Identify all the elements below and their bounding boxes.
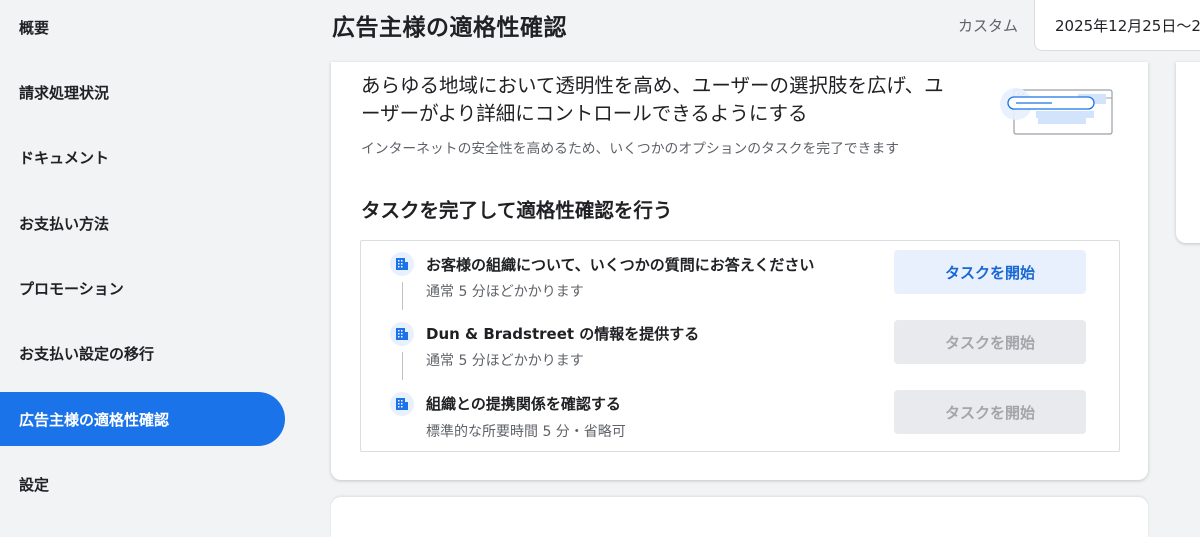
sidebar-item-label: プロモーション [19,279,124,298]
building-icon [390,252,414,276]
task-title-affiliation: 組織との提携関係を確認する [426,395,621,413]
start-task-button-disabled[interactable]: タスクを開始 [894,390,1086,434]
browser-search-illustration [1000,88,1113,135]
date-range-value: 2025年12月25日～2 [1055,17,1200,35]
task-duration: 通常 5 分ほどかかります [426,284,584,300]
sidebar-item-label: 請求処理状況 [19,83,110,102]
sidebar-item-overview[interactable]: 概要 [0,0,285,54]
card-headline: あらゆる地域において透明性を高め、ユーザーの選択肢を広げ、ユーザーがより詳細にコ… [361,74,944,125]
sidebar-item-promotions[interactable]: プロモーション [0,261,285,315]
date-range-label: カスタム [958,17,1019,35]
sidebar-item-payment-settings-migration[interactable]: お支払い設定の移行 [0,326,285,380]
sidebar-item-label: 設定 [19,475,50,494]
task-duration: 通常 5 分ほどかかります [426,353,584,369]
sidebar-item-label: お支払い設定の移行 [19,344,155,363]
sidebar-item-billing-status[interactable]: 請求処理状況 [0,65,285,119]
sidebar-item-label: 概要 [19,18,50,37]
start-task-button-disabled[interactable]: タスクを開始 [894,320,1086,364]
sidebar-item-advertiser-verification[interactable]: 広告主様の適格性確認 [0,392,285,446]
section-title: タスクを完了して適格性確認を行う [361,199,673,222]
card-description: インターネットの安全性を高めるため、いくつかのオプションのタスクを完了できます [361,141,900,157]
date-range-picker[interactable]: 2025年12月25日～2 [1034,0,1200,51]
task-connector-line [402,282,403,310]
building-icon [390,392,414,416]
next-card [331,497,1148,537]
page-title: 広告主様の適格性確認 [332,15,567,41]
side-panel-card [1176,62,1200,243]
sidebar-item-settings[interactable]: 設定 [0,457,285,511]
task-connector-line [402,352,403,380]
task-title-organization-questions: お客様の組織について、いくつかの質問にお答えください [426,256,815,274]
sidebar-item-payment-methods[interactable]: お支払い方法 [0,196,285,250]
building-icon [390,322,414,346]
sidebar-item-documents[interactable]: ドキュメント [0,130,285,184]
sidebar-nav: 概要 請求処理状況 ドキュメント お支払い方法 プロモーション お支払い設定の移… [0,0,300,516]
sidebar-item-label: 広告主様の適格性確認 [19,410,170,429]
start-task-button[interactable]: タスクを開始 [894,250,1086,294]
task-duration: 標準的な所要時間 5 分・省略可 [426,424,626,440]
task-title-dun-bradstreet: Dun & Bradstreet の情報を提供する [426,325,700,343]
sidebar-item-label: お支払い方法 [19,214,110,233]
sidebar-item-label: ドキュメント [19,148,110,167]
